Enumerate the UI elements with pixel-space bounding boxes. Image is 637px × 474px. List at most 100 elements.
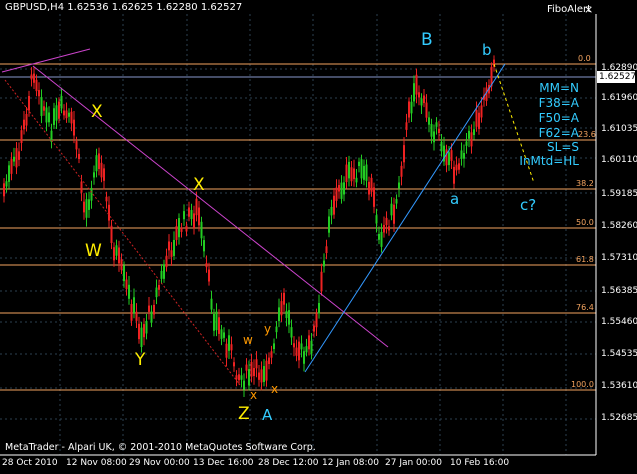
candle-body	[470, 132, 473, 147]
candle-body	[345, 164, 348, 183]
candle-body	[35, 79, 38, 92]
candle-body	[200, 221, 203, 239]
candle-body	[53, 108, 55, 125]
candle-body	[128, 284, 130, 299]
wave-label-c: c?	[520, 196, 537, 214]
candle-body	[175, 226, 178, 240]
candle-body	[148, 305, 150, 312]
candle-body	[133, 297, 135, 313]
price-label: 1.56385	[601, 286, 637, 296]
candle-body	[83, 201, 85, 213]
candle-body	[143, 324, 145, 338]
wave-label-z: Z	[238, 404, 250, 424]
wave-label-w-small: w	[243, 333, 253, 347]
candle-body	[60, 95, 63, 109]
candle-body	[8, 165, 10, 182]
candle-body	[145, 321, 148, 334]
candle-body	[365, 164, 368, 181]
candle-body	[448, 152, 450, 166]
fibo-label: 0.0	[578, 54, 591, 63]
time-label: 12 Jan 08:00	[322, 458, 379, 468]
candle-body	[433, 131, 435, 143]
price-label: 1.60110	[601, 155, 637, 165]
candle-body	[65, 110, 68, 119]
candle-body	[403, 145, 405, 163]
candle-body	[213, 313, 215, 331]
candle-body	[390, 203, 393, 216]
candle-body	[125, 279, 128, 290]
candle-body	[218, 317, 220, 334]
candle-body	[420, 98, 423, 106]
candle-body	[185, 226, 188, 232]
info-sl: SL=S	[547, 140, 579, 154]
candle-body	[155, 287, 158, 298]
price-chart[interactable]	[0, 0, 637, 474]
fibo-label: 23.6	[578, 130, 596, 139]
candle-body	[278, 307, 280, 322]
candle-body	[20, 130, 23, 143]
price-label: 1.55460	[601, 317, 637, 327]
candle-body	[348, 161, 350, 179]
candle-body	[130, 303, 133, 321]
price-label: 1.61035	[601, 124, 637, 134]
candle-body	[135, 311, 138, 321]
candle-body	[310, 340, 313, 354]
candle-body	[410, 101, 413, 114]
info-f50: F50=A	[538, 111, 579, 125]
candle-body	[455, 164, 458, 171]
candle-body	[393, 204, 395, 224]
wave-label-x: X	[91, 102, 103, 122]
candle-body	[203, 240, 205, 252]
candle-body	[230, 344, 233, 351]
candle-body	[408, 101, 410, 118]
candle-body	[123, 265, 125, 282]
candle-body	[228, 335, 230, 351]
candle-body	[418, 92, 420, 98]
candle-body	[165, 255, 168, 268]
time-label: 12 Nov 08:00	[66, 458, 127, 468]
fibo-label: 76.4	[576, 303, 594, 312]
chart-window[interactable]: GBPUSD,H4 1.62536 1.62625 1.62280 1.6252…	[0, 0, 637, 474]
candle-body	[423, 95, 425, 104]
candle-body	[428, 117, 430, 125]
candle-body	[3, 183, 5, 197]
candle-body	[425, 102, 428, 118]
wave-label-x-small: x	[271, 382, 279, 396]
candle-body	[233, 362, 235, 367]
fibo-levels[interactable]	[0, 63, 596, 391]
candle-body	[450, 150, 453, 161]
vertical-grid	[59, 14, 567, 455]
candle-body	[138, 323, 140, 340]
candle-body	[400, 165, 403, 177]
info-mm: MM=N	[539, 81, 579, 95]
candle-body	[205, 263, 208, 268]
candle-body	[195, 198, 198, 216]
candle-body	[438, 128, 440, 134]
candle-body	[465, 141, 468, 146]
candle-body	[283, 292, 285, 305]
time-label: 10 Feb 16:00	[450, 458, 510, 468]
current-price-tag: 1.62527	[597, 71, 637, 83]
chart-title: GBPUSD,H4 1.62536 1.62625 1.62280 1.6252…	[5, 2, 243, 13]
close-icon[interactable]: ×	[584, 3, 593, 16]
candle-body	[70, 111, 73, 124]
candle-body	[453, 166, 455, 184]
candle-body	[255, 359, 258, 369]
candle-body	[80, 181, 83, 193]
candle-body	[90, 187, 93, 201]
candle-body	[445, 149, 448, 166]
candle-body	[305, 346, 308, 353]
candle-body	[33, 73, 35, 83]
trendline-blue[interactable]	[304, 63, 506, 373]
candle-body	[73, 119, 75, 136]
candle-body	[243, 380, 245, 390]
wave-label-b-lower: b	[482, 41, 492, 59]
candle-body	[238, 374, 240, 381]
candle-body	[388, 226, 390, 231]
candle-body	[253, 367, 255, 376]
candle-body	[313, 325, 315, 332]
candle-body	[193, 213, 195, 229]
candle-body	[103, 168, 105, 181]
candle-body	[95, 155, 98, 172]
candle-body	[100, 162, 103, 178]
